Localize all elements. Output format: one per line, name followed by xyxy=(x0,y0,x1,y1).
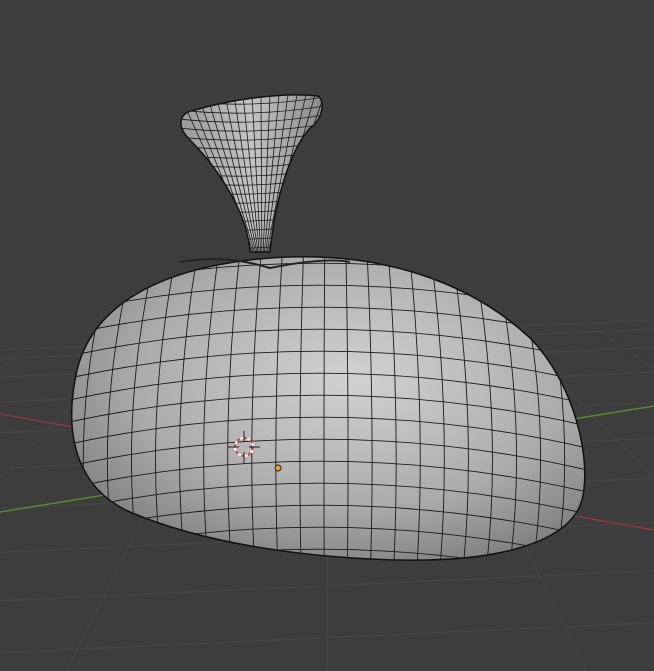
object-origin-icon xyxy=(274,464,282,472)
wire-edge xyxy=(60,571,600,605)
viewport-canvas[interactable] xyxy=(0,0,654,671)
mesh-object[interactable] xyxy=(59,94,600,605)
mesh-body[interactable] xyxy=(71,256,586,561)
3d-viewport[interactable] xyxy=(0,0,654,671)
